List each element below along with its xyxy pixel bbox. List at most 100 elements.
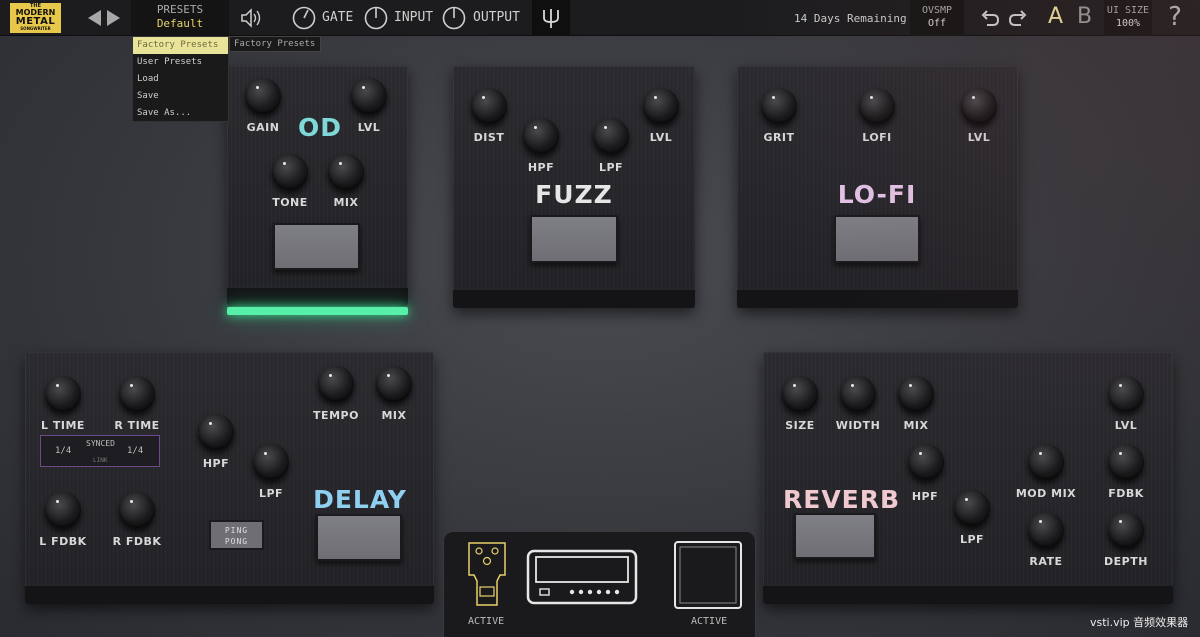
reverb-rate-knob[interactable] [1028, 512, 1064, 548]
reverb-fdbk-knob[interactable] [1108, 444, 1144, 480]
od-mix-label: MIX [333, 196, 359, 209]
delay-lpf-label: LPF [258, 487, 284, 500]
reverb-lpf-knob[interactable] [954, 490, 990, 526]
delay-sync-right-value: 1/4 [127, 446, 144, 456]
cabinet-section-icon[interactable] [673, 540, 743, 610]
delay-title: DELAY [313, 485, 407, 514]
od-mix-knob[interactable] [328, 154, 364, 190]
reverb-mod-mix-label: MOD MIX [1015, 487, 1077, 500]
od-pedal-base [227, 288, 408, 306]
reverb-pedal-base [763, 586, 1173, 604]
reverb-size-knob[interactable] [782, 376, 818, 412]
reverb-depth-label: DEPTH [1104, 555, 1148, 568]
delay-tempo-knob[interactable] [318, 366, 354, 402]
menu-item-factory-presets[interactable]: Factory Presets [133, 37, 228, 54]
lofi-lvl-knob[interactable] [961, 88, 997, 124]
menu-item-save[interactable]: Save [133, 88, 228, 105]
presets-value: Default [156, 17, 204, 30]
preset-b-button[interactable]: B [1077, 4, 1092, 29]
presets-selector[interactable]: PRESETS Default [131, 0, 229, 36]
speaker-icon[interactable] [237, 4, 265, 32]
tuner-button[interactable] [532, 0, 570, 36]
output-knob-icon[interactable] [442, 6, 466, 30]
reverb-hpf-knob[interactable] [908, 444, 944, 480]
watermark-text: vsti.vip 音频效果器 [1090, 616, 1189, 629]
next-preset-button[interactable] [103, 0, 123, 36]
reverb-width-knob[interactable] [840, 376, 876, 412]
delay-sync-left-value: 1/4 [55, 446, 72, 456]
input-knob-icon[interactable] [364, 6, 388, 30]
preset-a-button[interactable]: A [1048, 4, 1063, 29]
submenu-factory-presets[interactable]: Factory Presets [229, 36, 321, 52]
reverb-pedal: SIZE WIDTH MIX LVL HPF MOD MIX FDBK LPF … [763, 352, 1173, 604]
gate-knob-icon[interactable] [292, 6, 316, 30]
lofi-footswitch[interactable] [834, 215, 920, 263]
delay-footswitch[interactable] [316, 514, 402, 561]
od-lvl-knob[interactable] [351, 78, 387, 114]
reverb-lvl-knob[interactable] [1108, 376, 1144, 412]
ui-size-selector[interactable]: UI SIZE 100% [1104, 0, 1152, 36]
undo-icon[interactable] [978, 6, 1002, 30]
delay-lpf-knob[interactable] [253, 444, 289, 480]
fuzz-lvl-label: LVL [649, 131, 673, 144]
input-label: INPUT [394, 10, 434, 25]
lofi-grit-label: GRIT [763, 131, 795, 144]
oversampling-selector[interactable]: OVSMP Off [910, 0, 964, 36]
od-footswitch[interactable] [273, 223, 360, 270]
tuning-fork-icon [543, 9, 559, 28]
delay-l-fdbk-knob[interactable] [45, 492, 81, 528]
od-title: OD [297, 113, 342, 142]
presets-dropdown-menu: Factory Presets User Presets Load Save S… [132, 36, 229, 122]
menu-item-save-as[interactable]: Save As... [133, 105, 228, 122]
reverb-mix-knob[interactable] [898, 376, 934, 412]
lofi-lvl-label: LVL [967, 131, 991, 144]
output-label: OUTPUT [473, 10, 520, 25]
fuzz-footswitch[interactable] [530, 215, 618, 263]
menu-item-user-presets[interactable]: User Presets [133, 54, 228, 71]
reverb-mod-mix-knob[interactable] [1028, 444, 1064, 480]
redo-icon[interactable] [1006, 6, 1030, 30]
reverb-lvl-label: LVL [1114, 419, 1138, 432]
menu-item-load[interactable]: Load [133, 71, 228, 88]
reverb-hpf-label: HPF [911, 490, 939, 503]
delay-r-fdbk-knob[interactable] [119, 492, 155, 528]
reverb-depth-knob[interactable] [1108, 512, 1144, 548]
ping-pong-line-1: PING [224, 526, 249, 535]
delay-mix-knob[interactable] [376, 366, 412, 402]
help-button[interactable]: ? [1160, 2, 1190, 32]
fuzz-dist-label: DIST [473, 131, 505, 144]
fuzz-lpf-knob[interactable] [593, 118, 629, 154]
gate-label: GATE [322, 10, 354, 25]
od-active-led [227, 307, 408, 315]
amp-section-icon[interactable] [526, 549, 638, 605]
fuzz-hpf-label: HPF [527, 161, 555, 174]
lofi-grit-knob[interactable] [761, 88, 797, 124]
reverb-footswitch[interactable] [794, 513, 876, 559]
ping-pong-line-2: PONG [224, 537, 249, 546]
delay-r-time-knob[interactable] [119, 376, 155, 412]
delay-l-time-knob[interactable] [45, 376, 81, 412]
lofi-lofi-knob[interactable] [859, 88, 895, 124]
fuzz-lvl-knob[interactable] [643, 88, 679, 124]
delay-link-label[interactable]: LINK [93, 457, 107, 464]
delay-r-time-label: R TIME [114, 419, 160, 432]
ping-pong-button[interactable]: PING PONG [209, 520, 264, 550]
top-toolbar: THE MODERN METAL SONGWRITER PRESETS Defa… [0, 0, 1200, 36]
reverb-title: REVERB [783, 485, 901, 514]
od-tone-knob[interactable] [272, 154, 308, 190]
pedal-section-icon[interactable] [466, 541, 508, 609]
delay-hpf-label: HPF [202, 457, 230, 470]
reverb-lpf-label: LPF [959, 533, 985, 546]
fuzz-hpf-knob[interactable] [523, 118, 559, 154]
delay-sync-display[interactable]: 1/4 SYNCED 1/4 LINK [40, 435, 160, 467]
fuzz-dist-knob[interactable] [471, 88, 507, 124]
od-gain-knob[interactable] [245, 78, 281, 114]
signal-chain-panel: ACTIVE ACTIVE [443, 531, 756, 637]
logo-line-4: SONGWRITER [20, 26, 51, 31]
fuzz-lpf-label: LPF [598, 161, 624, 174]
prev-preset-button[interactable] [84, 0, 104, 36]
delay-hpf-knob[interactable] [198, 414, 234, 450]
delay-l-time-label: L TIME [41, 419, 85, 432]
delay-sync-label: SYNCED [86, 439, 115, 448]
delay-pedal-base [25, 586, 434, 604]
